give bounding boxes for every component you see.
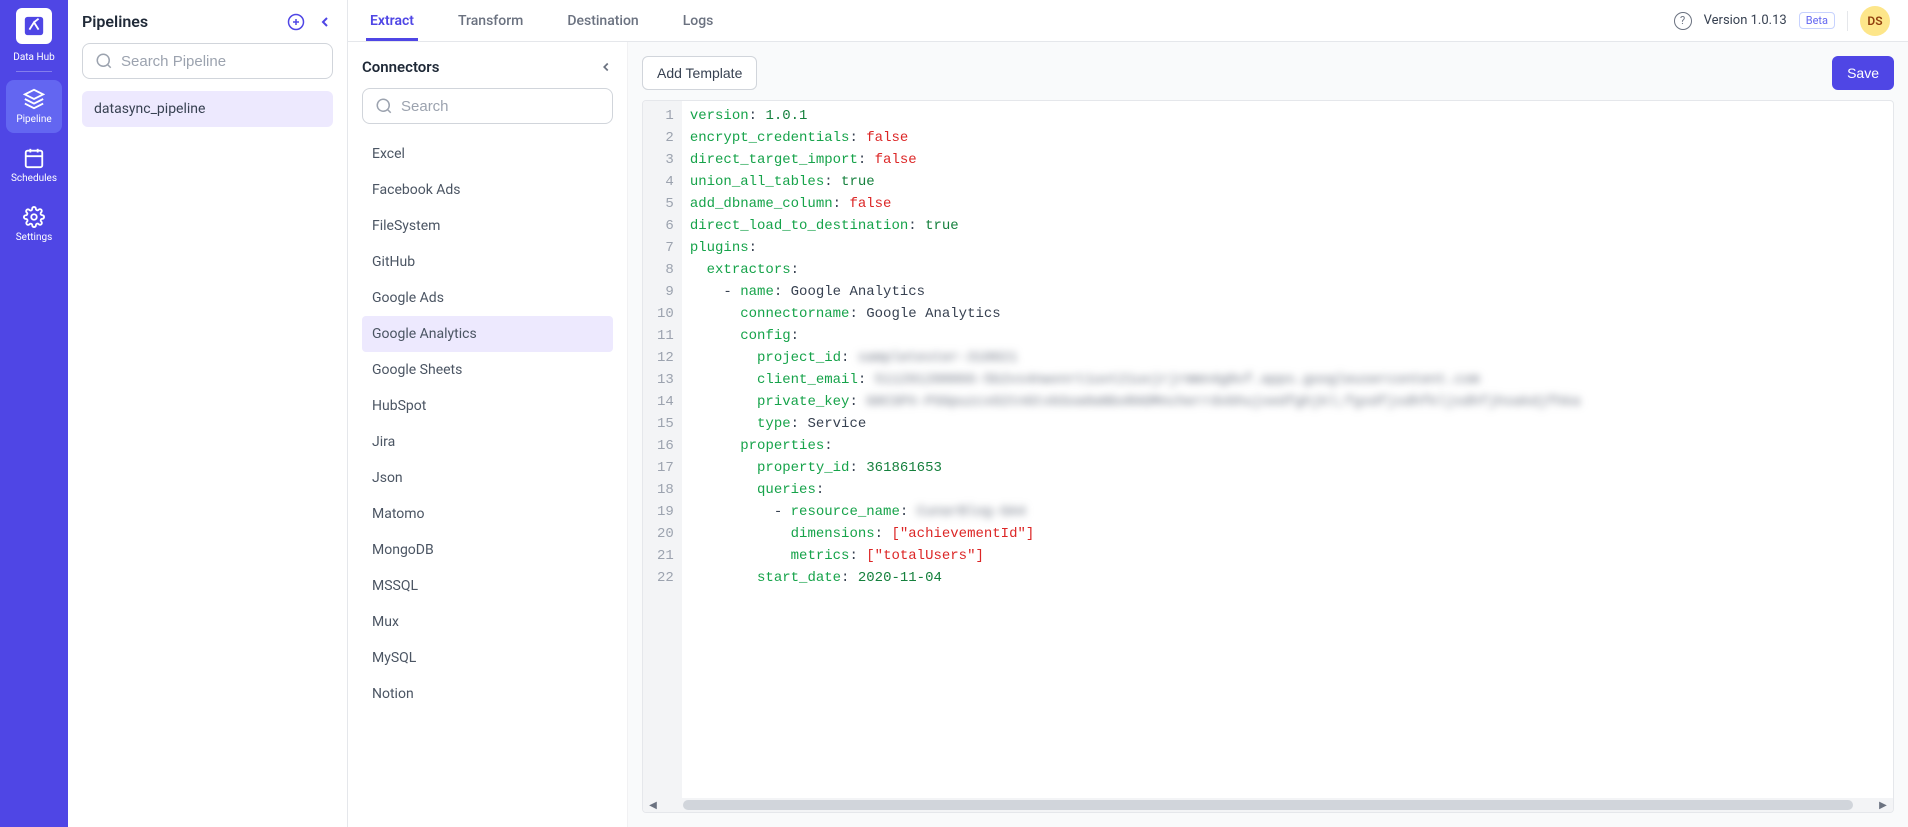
divider (1847, 11, 1848, 31)
layers-icon (23, 88, 45, 110)
rail-item-label: Schedules (11, 173, 57, 184)
connectors-list[interactable]: ExcelFacebook AdsFileSystemGitHubGoogle … (362, 136, 613, 827)
connectors-title: Connectors (362, 58, 439, 76)
rail-item-label: Pipeline (16, 114, 51, 125)
pipeline-search[interactable] (82, 43, 333, 79)
connector-item[interactable]: HubSpot (362, 388, 613, 424)
tab-extract[interactable]: Extract (366, 0, 418, 41)
main-area: Extract Transform Destination Logs ? Versio… (348, 0, 1908, 827)
rail-item-pipeline[interactable]: Pipeline (6, 80, 62, 133)
connector-item[interactable]: Google Ads (362, 280, 613, 316)
rail-divider (16, 71, 52, 72)
pipeline-list: datasync_pipeline (82, 91, 333, 127)
horizontal-scrollbar[interactable]: ◀ ▶ (643, 798, 1893, 812)
editor-toolbar: Add Template Save (642, 56, 1894, 90)
gear-icon (23, 206, 45, 228)
code-editor[interactable]: 12345678910111213141516171819202122 vers… (642, 100, 1894, 813)
top-bar: Extract Transform Destination Logs ? Versio… (348, 0, 1908, 42)
pipelines-sidebar: Pipelines datasync_pipeline (68, 0, 348, 827)
tab-destination[interactable]: Destination (563, 0, 642, 41)
pipeline-search-input[interactable] (121, 53, 320, 70)
connector-item[interactable]: GitHub (362, 244, 613, 280)
connector-item[interactable]: MySQL (362, 640, 613, 676)
scroll-left-icon[interactable]: ◀ (645, 798, 661, 812)
connector-item[interactable]: Json (362, 460, 613, 496)
connectors-search-input[interactable] (401, 98, 600, 115)
version-label: Version 1.0.13 (1704, 13, 1787, 28)
connectors-search[interactable] (362, 88, 613, 124)
connector-item[interactable]: Facebook Ads (362, 172, 613, 208)
connector-item[interactable]: Mux (362, 604, 613, 640)
workspace: Connectors ExcelFacebook AdsFileSystemGi… (348, 42, 1908, 827)
add-template-button[interactable]: Add Template (642, 56, 757, 90)
connector-item[interactable]: Jira (362, 424, 613, 460)
connector-item[interactable]: MSSQL (362, 568, 613, 604)
calendar-icon (23, 147, 45, 169)
connector-item[interactable]: MongoDB (362, 532, 613, 568)
tab-logs[interactable]: Logs (679, 0, 718, 41)
tabs: Extract Transform Destination Logs (366, 0, 717, 41)
collapse-connectors-icon[interactable] (599, 60, 613, 74)
rail-item-settings[interactable]: Settings (6, 198, 62, 251)
connector-item[interactable]: Notion (362, 676, 613, 712)
top-bar-right: ? Version 1.0.13 Beta DS (1674, 6, 1890, 36)
editor-panel: Add Template Save 1234567891011121314151… (628, 42, 1908, 827)
connectors-panel: Connectors ExcelFacebook AdsFileSystemGi… (348, 42, 628, 827)
logo-icon (23, 15, 45, 37)
rail-item-schedules[interactable]: Schedules (6, 139, 62, 192)
collapse-left-icon[interactable] (317, 14, 333, 30)
connector-item[interactable]: Matomo (362, 496, 613, 532)
pipelines-header: Pipelines (82, 12, 333, 31)
help-icon[interactable]: ? (1674, 12, 1692, 30)
tab-transform[interactable]: Transform (454, 0, 527, 41)
connector-item[interactable]: Google Analytics (362, 316, 613, 352)
rail-item-label: Settings (16, 232, 53, 243)
pipeline-item[interactable]: datasync_pipeline (82, 91, 333, 127)
line-gutter: 12345678910111213141516171819202122 (643, 101, 682, 798)
pipelines-title: Pipelines (82, 12, 148, 31)
connectors-header: Connectors (362, 58, 613, 76)
plus-circle-icon[interactable] (287, 13, 305, 31)
user-avatar[interactable]: DS (1860, 6, 1890, 36)
connector-item[interactable]: FileSystem (362, 208, 613, 244)
beta-badge: Beta (1799, 12, 1835, 29)
code-content[interactable]: version: 1.0.1encrypt_credentials: false… (682, 101, 1893, 798)
connector-item[interactable]: Google Sheets (362, 352, 613, 388)
search-icon (95, 52, 113, 70)
save-button[interactable]: Save (1832, 56, 1894, 90)
scroll-right-icon[interactable]: ▶ (1875, 798, 1891, 812)
app-logo-label: Data Hub (13, 52, 54, 63)
left-rail: Data Hub Pipeline Schedules Settings (0, 0, 68, 827)
search-icon (375, 97, 393, 115)
scroll-thumb[interactable] (683, 800, 1853, 810)
connector-item[interactable]: Excel (362, 136, 613, 172)
app-logo[interactable] (16, 8, 52, 44)
